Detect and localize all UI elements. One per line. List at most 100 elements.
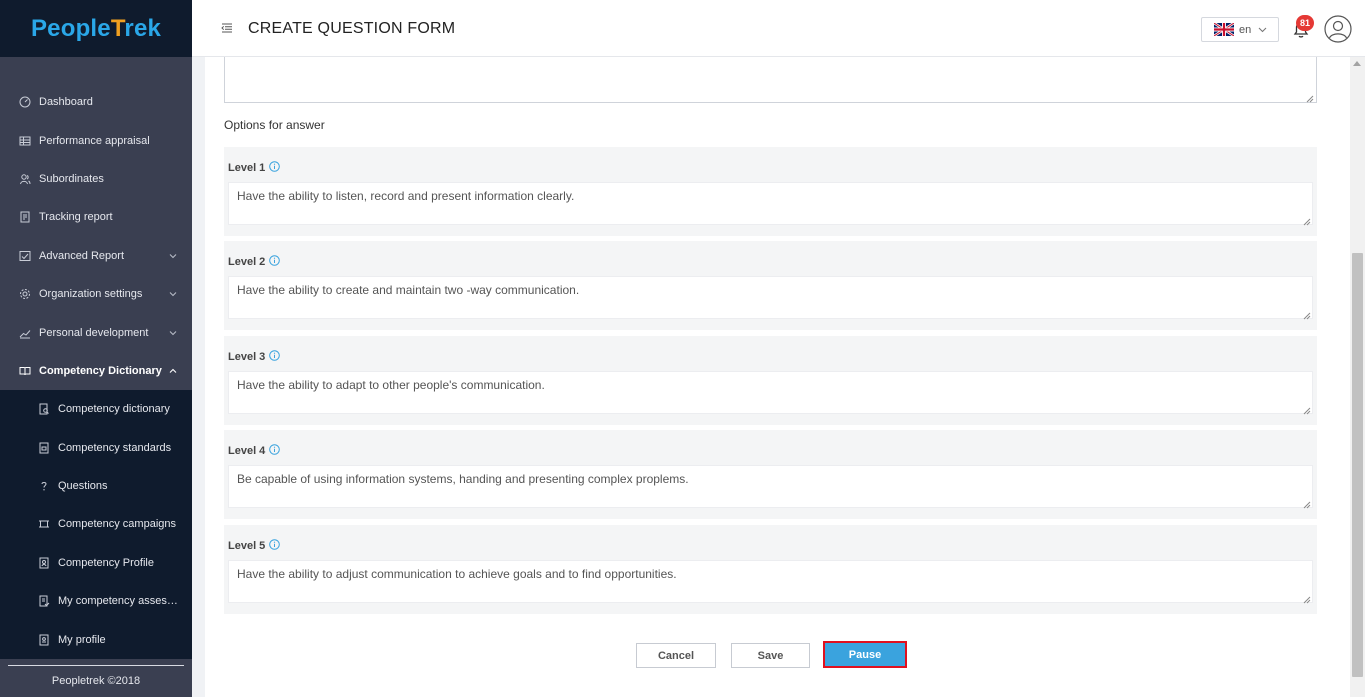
table-icon <box>19 135 31 147</box>
chevron-down-icon <box>169 328 177 338</box>
logo-area: PeopleTrek <box>0 0 192 57</box>
sidebar: PeopleTrek Dashboard Performance apprais… <box>0 0 192 697</box>
chevron-down-icon <box>1258 25 1267 35</box>
level-label: Level 1 <box>228 161 281 175</box>
level-label: Level 3 <box>228 350 281 364</box>
chevron-up-icon <box>169 366 177 376</box>
sidebar-subitem-competency-standards[interactable]: Competency standards <box>0 429 192 467</box>
doc-icon <box>38 442 50 454</box>
sidebar-subitem-label: My profile <box>58 633 106 646</box>
sidebar-item-label: Personal development <box>39 326 149 339</box>
sidebar-item-label: Subordinates <box>39 172 104 185</box>
level-answer-input[interactable]: Be capable of using information systems,… <box>228 465 1313 508</box>
sidebar-subitem-my-profile[interactable]: My profile <box>0 620 192 658</box>
save-button[interactable]: Save <box>731 643 810 668</box>
resize-handle-icon[interactable] <box>1303 404 1311 415</box>
info-icon[interactable] <box>269 444 281 458</box>
sidebar-item-label: Organization settings <box>39 288 143 301</box>
sidebar-item-label: Competency Dictionary <box>39 364 162 377</box>
level-answer-input[interactable]: Have the ability to create and maintain … <box>228 276 1313 319</box>
level-answer-input[interactable]: Have the ability to listen, record and p… <box>228 182 1313 225</box>
gear-icon <box>19 288 31 300</box>
sidebar-item-personal-development[interactable]: Personal development <box>0 313 192 351</box>
doc-search-icon <box>38 403 50 415</box>
level-label-text: Level 2 <box>228 256 266 268</box>
resize-handle-icon[interactable] <box>1303 215 1311 226</box>
level-label: Level 4 <box>228 444 281 458</box>
pause-button[interactable]: Pause <box>823 641 907 668</box>
resize-handle-icon[interactable] <box>1306 92 1314 103</box>
notification-badge: 81 <box>1296 15 1314 31</box>
user-avatar-icon[interactable] <box>1324 15 1352 43</box>
chevron-down-icon <box>169 251 177 261</box>
language-select[interactable]: en <box>1201 17 1279 42</box>
book-icon <box>19 365 31 377</box>
campaign-icon <box>38 518 50 530</box>
info-icon[interactable] <box>269 539 281 553</box>
sidebar-item-performance-appraisal[interactable]: Performance appraisal <box>0 121 192 159</box>
people-icon <box>19 173 31 185</box>
level-block: Level 2 Have the ability to create and m… <box>224 241 1317 330</box>
info-icon[interactable] <box>269 161 281 175</box>
sidebar-item-organization-settings[interactable]: Organization settings <box>0 275 192 313</box>
sidebar-item-label: Advanced Report <box>39 249 124 262</box>
assessment-icon <box>38 595 50 607</box>
profile-doc-icon <box>38 557 50 569</box>
sidebar-item-label: Performance appraisal <box>39 134 150 147</box>
level-answer-input[interactable]: Have the ability to adjust communication… <box>228 560 1313 603</box>
question-content-textarea[interactable] <box>224 57 1317 103</box>
cancel-button[interactable]: Cancel <box>636 643 716 668</box>
level-label: Level 5 <box>228 539 281 553</box>
question-icon <box>38 480 50 492</box>
sidebar-item-advanced-report[interactable]: Advanced Report <box>0 237 192 275</box>
sidebar-subitem-competency-dictionary[interactable]: Competency dictionary <box>0 390 192 428</box>
my-profile-icon <box>38 634 50 646</box>
menu-toggle-icon[interactable] <box>218 19 236 37</box>
sidebar-subitem-competency-profile[interactable]: Competency Profile <box>0 544 192 582</box>
options-title: Options for answer <box>224 118 325 132</box>
chart-check-icon <box>19 250 31 262</box>
info-icon[interactable] <box>269 350 281 364</box>
vertical-scrollbar[interactable] <box>1350 57 1365 697</box>
top-header: CREATE QUESTION FORM en 81 <box>192 0 1365 57</box>
trend-icon <box>19 327 31 339</box>
sidebar-item-subordinates[interactable]: Subordinates <box>0 160 192 198</box>
main-content: Options for answer Level 1 Have the abil… <box>205 57 1350 697</box>
sidebar-subitem-my-competency-assessment[interactable]: My competency assessment <box>0 582 192 620</box>
sidebar-subitem-competency-campaigns[interactable]: Competency campaigns <box>0 505 192 543</box>
scroll-up-arrow-icon[interactable] <box>1353 61 1361 66</box>
level-label: Level 2 <box>228 255 281 269</box>
sidebar-subitem-questions[interactable]: Questions <box>0 467 192 505</box>
sidebar-subitem-label: Competency dictionary <box>58 403 170 416</box>
resize-handle-icon[interactable] <box>1303 498 1311 509</box>
level-label-text: Level 4 <box>228 445 266 457</box>
page-title: CREATE QUESTION FORM <box>248 20 456 37</box>
scroll-thumb[interactable] <box>1352 253 1363 677</box>
level-block: Level 5 Have the ability to adjust commu… <box>224 525 1317 614</box>
sidebar-item-dashboard[interactable]: Dashboard <box>0 83 192 121</box>
sidebar-item-tracking-report[interactable]: Tracking report <box>0 198 192 236</box>
resize-handle-icon[interactable] <box>1303 309 1311 320</box>
uk-flag-icon <box>1214 23 1234 36</box>
resize-handle-icon[interactable] <box>1303 593 1311 604</box>
level-label-text: Level 5 <box>228 540 266 552</box>
language-code: en <box>1239 23 1252 36</box>
competency-submenu: Competency dictionary Competency standar… <box>0 390 192 659</box>
report-icon <box>19 211 31 223</box>
level-block: Level 1 Have the ability to listen, reco… <box>224 147 1317 236</box>
app-logo[interactable]: PeopleTrek <box>31 15 161 43</box>
sidebar-item-competency-dictionary[interactable]: Competency Dictionary <box>0 352 192 390</box>
sidebar-menu: Dashboard Performance appraisal Subordin… <box>0 83 192 659</box>
sidebar-item-label: Tracking report <box>39 211 113 224</box>
level-answer-input[interactable]: Have the ability to adapt to other peopl… <box>228 371 1313 414</box>
sidebar-subitem-label: My competency assessment <box>58 595 180 608</box>
sidebar-subitem-label: Competency campaigns <box>58 518 177 531</box>
sidebar-subitem-label: Questions <box>58 480 108 493</box>
sidebar-footer: Peopletrek ©2018 <box>0 665 192 697</box>
sidebar-item-label: Dashboard <box>39 96 93 109</box>
level-block: Level 3 Have the ability to adapt to oth… <box>224 336 1317 425</box>
info-icon[interactable] <box>269 255 281 269</box>
chevron-down-icon <box>169 289 177 299</box>
level-label-text: Level 3 <box>228 351 266 363</box>
sidebar-subitem-label: Competency Profile <box>58 556 154 569</box>
